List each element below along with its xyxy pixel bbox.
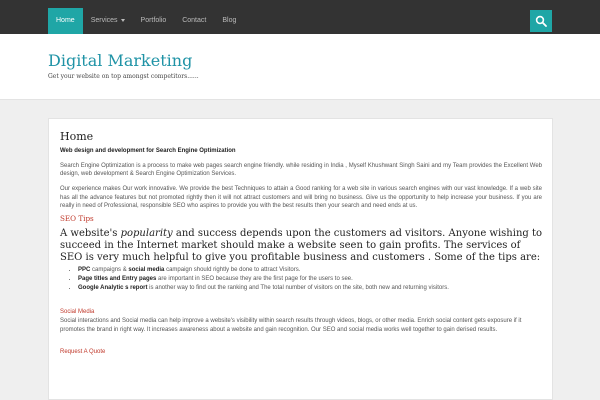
seo-tips-intro-prefix: A website's [60, 228, 121, 240]
nav-item-blog[interactable]: Blog [214, 8, 244, 34]
tip-bold: Google Analytic s report [78, 285, 148, 292]
list-item: Page titles and Entry pages are importan… [78, 275, 542, 284]
nav-item-home[interactable]: Home [48, 8, 83, 34]
top-navbar: Home Services Portfolio Contact Blog [0, 0, 600, 34]
tip-text: is another way to find out the ranking a… [147, 285, 449, 292]
tip-bold: PPC [78, 267, 91, 274]
social-media-paragraph: Social interactions and Social media can… [60, 318, 522, 333]
seo-tips-heading: SEO Tips [60, 214, 94, 224]
request-quote-link[interactable]: Request A Quote [60, 348, 105, 356]
seo-tips-intro: A website's popularity and success depen… [60, 228, 542, 264]
chevron-down-icon [120, 18, 125, 22]
tip-text-2: campaign should rightly be done to attra… [164, 267, 301, 274]
intro-paragraph: Search Engine Optimization is a process … [60, 163, 542, 178]
search-button[interactable] [530, 10, 552, 32]
nav-item-portfolio[interactable]: Portfolio [133, 8, 175, 34]
nav-item-contact[interactable]: Contact [174, 8, 214, 34]
page-subheading: Web design and development for Search En… [60, 148, 236, 154]
site-title[interactable]: Digital Marketing [48, 51, 192, 70]
site-tagline: Get your website on top amongst competit… [48, 73, 199, 80]
main-content-card: Home Web design and development for Sear… [48, 118, 553, 400]
nav-item-services-label: Services [90, 17, 118, 24]
tip-text: are important in SEO because they are th… [156, 276, 353, 283]
main-nav: Home Services Portfolio Contact Blog [48, 8, 244, 34]
list-item: PPC campaigns & social media campaign sh… [78, 266, 542, 275]
tip-bold-2: social media [128, 267, 165, 274]
search-icon [535, 15, 547, 27]
page-title: Home [60, 130, 94, 143]
list-item: Google Analytic s report is another way … [78, 284, 542, 293]
site-header: Digital Marketing Get your website on to… [0, 34, 600, 100]
seo-tips-list: PPC campaigns & social media campaign sh… [60, 266, 542, 293]
article-body: Home Web design and development for Sear… [60, 130, 542, 358]
nav-item-services[interactable]: Services [83, 8, 133, 34]
seo-tips-intro-emphasis: popularity [120, 228, 173, 240]
experience-paragraph: Our experience makes Our work innovative… [60, 186, 542, 209]
social-media-link[interactable]: Social Media [60, 308, 542, 316]
tip-bold: Page titles and Entry pages [78, 276, 157, 283]
tip-text: campaigns & [90, 267, 129, 274]
